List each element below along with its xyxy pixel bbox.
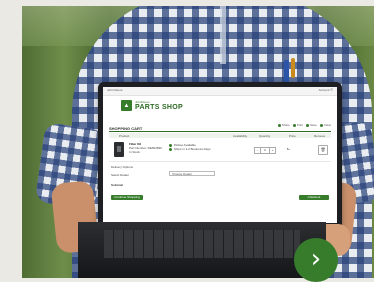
dealer-label: Select Dealer <box>111 173 130 177</box>
decrement-button[interactable]: − <box>254 147 261 154</box>
share-icon <box>277 123 281 127</box>
table-row: Filter Oil Part Number: RE504836 In Stoc… <box>109 139 331 162</box>
col-product: Product <box>119 133 130 138</box>
print-label: Print <box>296 123 303 127</box>
quantity-value[interactable]: 1 <box>261 147 269 154</box>
dealer-select[interactable]: Choose Dealer <box>169 171 215 176</box>
table-header: Product Availability Quantity Price Remo… <box>109 133 331 138</box>
col-quantity: Quantity <box>259 133 271 138</box>
delivery-label: Delivery Options <box>111 165 134 169</box>
col-availability: Availability <box>233 133 248 138</box>
print-icon <box>292 123 296 127</box>
product-info: Filter Oil Part Number: RE504836 In Stoc… <box>129 142 162 154</box>
save-icon <box>305 123 309 127</box>
pocket-pen <box>284 60 289 82</box>
availability-dot-icon <box>169 143 172 147</box>
col-price: Price <box>289 133 296 138</box>
chevron-right-icon[interactable]: › <box>294 238 338 282</box>
trash-icon[interactable]: 🗑 <box>318 145 328 155</box>
availability-2-text: Ships in 1-2 Business Days <box>174 147 211 151</box>
deer-logo-icon: ▲ <box>121 100 132 111</box>
parts-shop-brand[interactable]: ▲ JohnDeere PARTS SHOP <box>121 100 183 111</box>
col-remove: Remove <box>314 133 326 138</box>
print-action[interactable]: Print <box>292 123 303 127</box>
topbar-left: John Deere <box>107 88 123 92</box>
availability-dot-icon <box>169 147 172 151</box>
increment-button[interactable]: + <box>269 147 276 154</box>
site-topbar: John Deere Account ☰ <box>103 87 337 96</box>
cart-actions: Share Print Save Clear <box>275 123 331 127</box>
availability-2: Ships in 1-2 Business Days <box>169 147 211 151</box>
clear-icon <box>319 123 323 127</box>
laptop-screen: John Deere Account ☰ ▲ JohnDeere PARTS S… <box>98 82 342 228</box>
keyboard-keys <box>104 230 300 258</box>
laptop-keyboard <box>78 222 326 278</box>
product-image[interactable] <box>114 142 124 157</box>
topbar-right[interactable]: Account ☰ <box>319 88 333 92</box>
pocket-pen-2 <box>291 58 295 78</box>
brand-title: PARTS SHOP <box>135 103 183 111</box>
availability-info: Pickup Available Ships in 1-2 Business D… <box>169 143 211 151</box>
shirt-placket <box>220 6 226 64</box>
checkout-button[interactable]: Checkout <box>299 195 329 200</box>
save-label: Save <box>309 123 317 127</box>
share-label: Share <box>281 123 290 127</box>
header-divider <box>109 131 331 132</box>
quantity-stepper[interactable]: − 1 + <box>254 147 276 154</box>
continue-shopping-button[interactable]: Continue Shopping <box>111 195 143 200</box>
subtotal-label: Subtotal <box>111 183 123 187</box>
parts-shop-page: John Deere Account ☰ ▲ JohnDeere PARTS S… <box>103 87 337 223</box>
clear-label: Clear <box>323 123 331 127</box>
share-action[interactable]: Share <box>277 123 290 127</box>
save-action[interactable]: Save <box>305 123 317 127</box>
product-line-2: In Stock <box>129 150 140 154</box>
item-price: $-- <box>287 147 291 151</box>
clear-action[interactable]: Clear <box>319 123 331 127</box>
